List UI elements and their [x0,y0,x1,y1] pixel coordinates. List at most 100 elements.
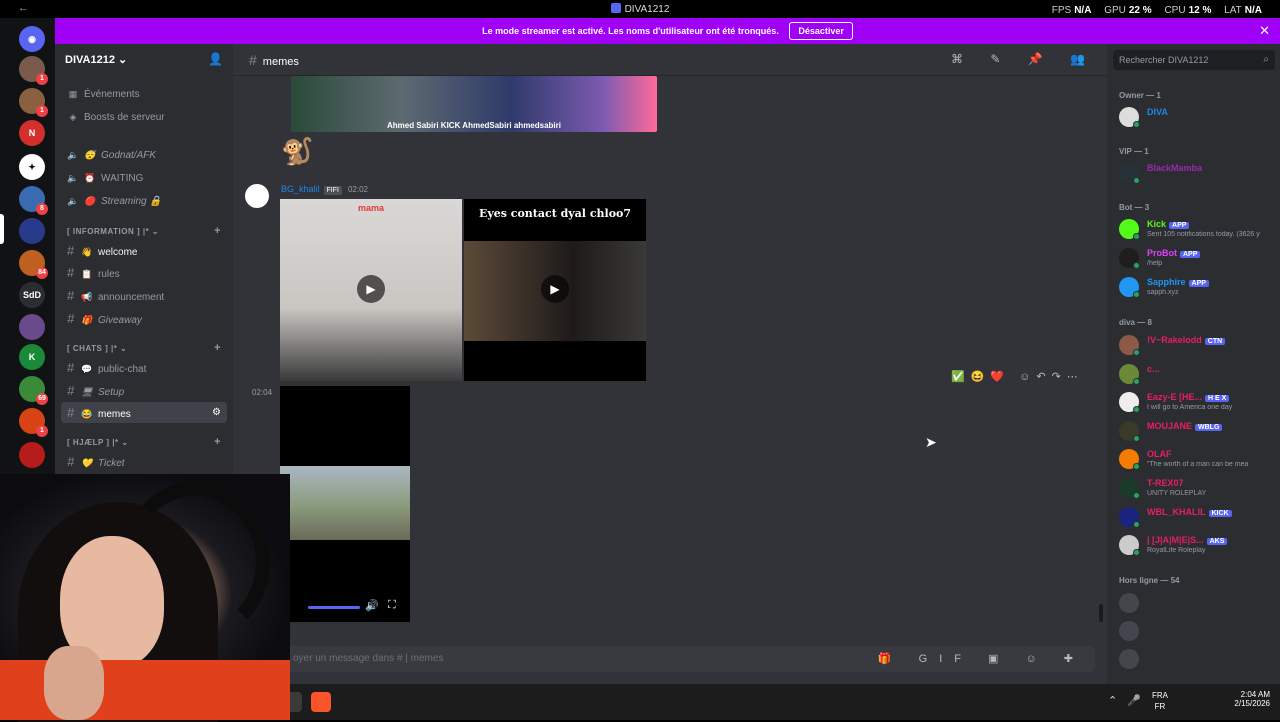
server-icon[interactable]: K [19,344,45,370]
search-input[interactable]: Rechercher DIVA1212 ⌕ [1113,50,1275,70]
add-channel-icon[interactable]: + [214,225,221,237]
video-attachment[interactable]: mama ▶ [280,199,462,381]
server-icon[interactable]: ✦ [19,154,45,180]
add-channel-icon[interactable]: + [214,436,221,448]
chat-panel: # memes ⌘ ✎ 📌 👥 Ahmed Sabiri KICK AhmedSa… [233,44,1107,684]
fullscreen-icon[interactable]: ⛶ [388,599,396,612]
member-row[interactable]: Kick APP Sent 105 notifications today. (36… [1119,216,1277,242]
system-tray[interactable]: ⌃🎤 [1108,694,1151,707]
brave-browser-icon[interactable] [311,692,331,712]
message-header: BG_khalil FIFI 02:02 [281,184,369,195]
author-name[interactable]: BG_khalil [281,184,320,194]
video-attachment[interactable]: Eyes contact dyal chloo7 ▶ [464,199,646,381]
boosts-link[interactable]: ◈ Boosts de serveur [61,107,227,128]
invite-icon[interactable]: 👤 [208,52,223,66]
server-icon[interactable]: SdD [19,282,45,308]
webcam-overlay [0,474,290,722]
server-icon[interactable]: 1 [19,408,48,437]
search-icon: ⌕ [1263,54,1269,65]
member-row[interactable]: MOUJANE WBLG [1119,418,1277,444]
member-row[interactable]: !V~Rakelodd CTN [1119,332,1277,358]
app-icon [610,3,621,13]
video-player[interactable]: 🔊 ⛶ [280,386,410,622]
language-indicator[interactable]: FRA FR [1152,690,1168,712]
server-icon[interactable]: 69 [19,376,48,405]
voice-channel[interactable]: 🔈 ⏰ WAITING [61,168,227,189]
channel-public-chat[interactable]: # 💬 public-chat [61,357,227,378]
channel-announcement[interactable]: # 📢 announcement [61,285,227,306]
boost-icon: ◈ [69,112,77,122]
voice-channel[interactable]: 🔈 😴 Godnat/AFK [61,145,227,166]
member-row[interactable] [1119,590,1277,616]
channel-memes[interactable]: # 😂 memes ⚙ [61,402,227,423]
server-header[interactable]: DIVA1212 ⌄ 👤 [55,44,233,76]
heart-icon: 💛 [81,458,93,468]
scrollbar[interactable] [1099,604,1103,622]
message-input[interactable]: oyer un message dans # | memes 🎁 GIF ▣ ☺… [281,646,1095,672]
member-row[interactable]: | [J|A|M|E|S... AKS RoyalLife Roleplay [1119,532,1277,558]
member-row[interactable]: T-REX07 UNITY ROLEPLAY [1119,475,1277,501]
active-server-indicator [0,214,4,244]
channel-setup[interactable]: # 🖥 Setup [61,380,227,401]
red-dot-icon: 🔴 [84,196,96,206]
member-list: Owner — 1 DIVA VIP — 1 BlackMamba Bot — … [1107,44,1280,684]
disable-streamer-mode-button[interactable]: Désactiver [789,22,853,40]
hash-icon: # [249,52,257,68]
server-icon[interactable]: N [19,120,45,146]
streamer-mode-banner: Le mode streamer est activé. Les noms d'… [55,18,1280,44]
gift-icon: 🎁 [81,315,93,325]
channel-title: memes [262,56,299,68]
server-icon[interactable]: 1 [19,88,48,117]
server-icon[interactable] [19,314,45,340]
channel-welcome[interactable]: # 👋 welcome [61,240,227,261]
channel-rules[interactable]: # 📋 rules [61,262,227,283]
channel-giveaway[interactable]: # 🎁 Giveaway [61,308,227,329]
member-row[interactable]: Eazy-E [HE... H E XI will go to America o… [1119,389,1277,415]
member-row[interactable] [1119,618,1277,644]
composer-tools[interactable]: 🎁 GIF ▣ ☺ ✚ [878,652,1085,665]
server-icon[interactable] [19,442,45,468]
clock-icon: ⏰ [84,173,96,183]
server-icon[interactable]: 1 [19,56,48,85]
message-time: 02:02 [347,185,369,194]
message-action-bar[interactable]: ✅😆❤️ ☺↶↷⋯ [951,370,1084,383]
emoji-icon: 😴 [84,150,96,160]
member-row[interactable]: DIVA [1119,104,1277,130]
voice-channel[interactable]: 🔈 🔴 Streaming 🔒 [61,191,227,212]
speaker-icon: 🔈 [67,173,79,183]
category-chats[interactable]: [ CHATS ] |* ⌄ + [67,342,227,354]
header-toolbar[interactable]: ⌘ ✎ 📌 👥 [951,52,1097,66]
calendar-icon: ▦ [68,89,78,99]
discord-home-icon[interactable]: ◉ [19,26,45,52]
server-icon-active[interactable] [19,218,45,244]
avatar[interactable] [245,184,269,208]
speaker-icon: 🔈 [67,196,79,206]
volume-slider[interactable] [308,606,360,609]
events-link[interactable]: ▦ Événements [61,84,227,105]
play-icon[interactable]: ▶ [357,275,385,303]
chat-icon: 💬 [81,364,93,374]
member-row[interactable]: WBL_KHALIL KICK [1119,504,1277,530]
member-row[interactable] [1119,646,1277,672]
member-row[interactable]: Sapphire APP sapph.xyz [1119,274,1277,300]
server-icon[interactable]: 8 [19,186,48,215]
member-row[interactable]: c... [1119,361,1277,387]
channel-header: # memes ⌘ ✎ 📌 👥 [233,44,1107,76]
category-help[interactable]: [ HJÆLP ] |* ⌄ + [67,436,227,448]
close-icon[interactable]: ✕ [1259,18,1270,44]
volume-icon[interactable]: 🔊 [365,599,379,612]
play-icon[interactable]: ▶ [541,275,569,303]
category-information[interactable]: [ INFORMATION ] |* ⌄ + [67,225,227,237]
member-row[interactable]: OLAF "The worth of a man can be mea [1119,446,1277,472]
member-row[interactable]: BlackMamba [1119,160,1277,186]
member-row[interactable]: ProBot APP/help [1119,245,1277,271]
server-icon[interactable]: 84 [19,250,48,279]
add-channel-icon[interactable]: + [214,342,221,354]
megaphone-icon: 📢 [81,292,93,302]
clock[interactable]: 2:04 AM 2/15/2026 [1234,690,1270,708]
video-frame [280,466,410,540]
settings-gear-icon[interactable]: ⚙ [212,402,221,423]
video-embed[interactable]: Ahmed Sabiri KICK AhmedSabiri ahmedsabir… [291,76,657,132]
performance-overlay: FPS N/A GPU 22 % CPU 12 % LAT N/A [1051,5,1262,16]
channel-ticket[interactable]: # 💛 Ticket [61,451,227,472]
